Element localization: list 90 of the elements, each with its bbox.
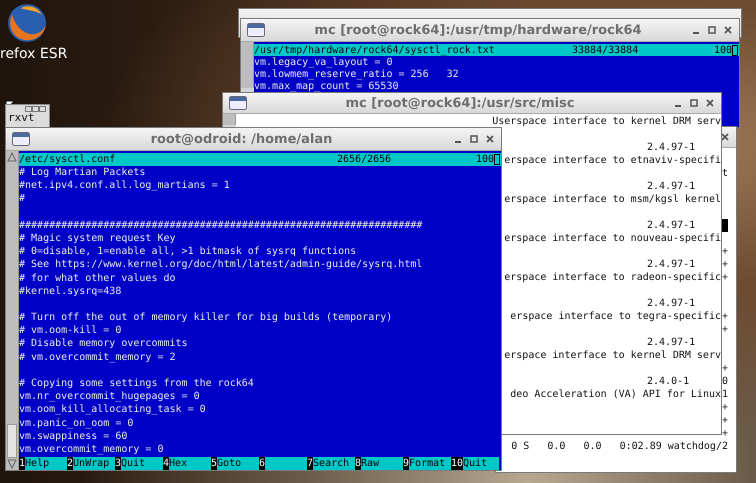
file-percent: 100: [476, 152, 494, 166]
maximize-icon[interactable]: [469, 134, 479, 144]
process-line: 0: [722, 375, 728, 388]
scroll-down-icon[interactable]: [7, 459, 17, 469]
process-line: +: [722, 258, 728, 271]
scrollbar-thumb[interactable]: [7, 424, 17, 458]
minimized-window[interactable]: rxvt: [5, 104, 50, 128]
code-line: vm.overcommit_memory = 0: [19, 442, 164, 456]
code-line: # Disable memory overcommits: [19, 337, 188, 351]
package-version: 2.4.97-1: [647, 141, 696, 154]
code-line: vm.oom_kill_allocating_task = 0: [19, 403, 206, 417]
code-line: # Log Martian Packets: [19, 166, 146, 180]
window-buttons-icon: [25, 106, 47, 112]
package-description: erspace interface to kernel DRM serv: [504, 349, 721, 362]
function-key[interactable]: 9Format: [403, 456, 451, 470]
function-key[interactable]: 5Goto: [211, 456, 259, 470]
process-line: +: [722, 362, 728, 375]
process-line: +: [722, 310, 728, 323]
package-version: 2.4.97-1: [647, 258, 696, 271]
scrollbar[interactable]: [223, 114, 236, 125]
package-version: 2.4.97-1: [647, 219, 696, 232]
process-line: +: [722, 323, 728, 336]
scrollbar[interactable]: [241, 42, 254, 88]
process-line: +: [722, 427, 728, 440]
code-line: vm.panic_on_oom = 0: [19, 416, 134, 430]
process-line: +: [722, 401, 728, 414]
code-line: # Turn off the out of memory killer for big builds (temporary): [19, 311, 392, 324]
file-path: /etc/sysctl.conf: [19, 152, 116, 166]
scroll-up-icon[interactable]: [7, 152, 17, 162]
function-key[interactable]: 8Raw: [355, 456, 403, 470]
code-line: # 0=disable, 1=enable all, >1 bitmask of sysrq functions: [19, 245, 356, 258]
process-line: +: [722, 414, 728, 427]
code-line: # for what other values do: [19, 272, 176, 285]
maximize-icon[interactable]: [689, 98, 699, 108]
process-line: +: [722, 245, 728, 258]
package-description: erspace interface to msm/kgsl kernel: [504, 193, 721, 206]
window-title: root@odroid: /home/alan: [150, 132, 334, 146]
close-icon[interactable]: [723, 25, 733, 35]
icon-label[interactable]: refox ESR: [0, 46, 68, 62]
file-percent: 100: [714, 44, 732, 56]
window-icon: [229, 96, 247, 110]
package-description: Userspace interface to kernel DRM serv: [492, 115, 721, 128]
code-line: #net.ipv4.conf.all.log_martians = 1: [19, 179, 230, 192]
code-line: #kernel.sysrq=438: [19, 284, 122, 298]
window-title: mc [root@rock64]:/usr/src/misc: [344, 96, 576, 110]
window-icon: [12, 132, 30, 146]
function-key[interactable]: 6: [259, 456, 307, 470]
function-key[interactable]: 2UnWrap: [67, 456, 115, 470]
process-line: +: [722, 271, 728, 284]
window-icon: [247, 23, 265, 37]
function-key[interactable]: 10Quit: [451, 456, 499, 470]
code-line: vm.nr_overcommit_hugepages = 0: [19, 390, 200, 404]
scrollbar[interactable]: [6, 151, 19, 470]
code-line: vm.legacy_va_layout = 0: [254, 56, 392, 69]
file-path: /usr/tmp/hardware/rock64/sysctl_rock.txt: [254, 44, 496, 56]
code-line: vm.swappiness = 60: [19, 430, 128, 443]
maximize-icon[interactable]: [707, 25, 717, 35]
package-version: 2.4.0-1: [647, 375, 690, 388]
code-line: ###################################################################: [19, 218, 422, 232]
close-icon[interactable]: [705, 98, 715, 108]
function-key[interactable]: 3Quit: [115, 456, 163, 470]
package-version: 2.4.97-1: [647, 336, 696, 349]
process-line: t: [722, 167, 728, 180]
package-version: 2.4.97-1: [647, 297, 696, 310]
code-line: # Copying some settings from the rock64: [19, 377, 254, 390]
close-icon[interactable]: [485, 134, 495, 144]
code-line: # Magic system request Key: [19, 232, 176, 246]
package-description: erspace interface to tegra-specific: [510, 310, 721, 323]
process-line: 0 S 0.0 0.0 0:02.89 watchdog/2: [511, 440, 728, 453]
code-line: vm.max_map_count = 65530: [254, 80, 398, 93]
package-version: 2.4.97-1: [647, 180, 696, 193]
package-description: erspace interface to nouveau-specifi: [504, 232, 721, 245]
code-line: vm.lowmem_reserve_ratio = 256 32: [254, 68, 459, 81]
code-line: # vm.oom-kill = 0: [19, 324, 122, 338]
globe-icon[interactable]: [6, 2, 48, 44]
window-label: rxvt: [8, 112, 34, 124]
file-position: 33884/33884: [572, 44, 640, 56]
close-icon[interactable]: [720, 132, 730, 142]
package-description: deo Acceleration (VA) API for Linux: [510, 388, 721, 401]
package-description: erspace interface to radeon-specific: [504, 271, 721, 284]
code-line: # vm.overcommit_memory = 2: [19, 350, 176, 364]
process-line: 1: [722, 388, 728, 401]
window-title: mc [root@rock64]:/usr/tmp/hardware/rock64: [313, 22, 643, 38]
code-line: # See https://www.kernel.org/doc/html/latest/admin-guide/sysrq.html: [19, 258, 422, 272]
function-key[interactable]: 1Help: [19, 456, 67, 470]
code-line: #: [19, 192, 26, 206]
package-description: erspace interface to etnaviv-specifi: [504, 154, 721, 167]
file-position: 2656/2656: [337, 152, 392, 166]
function-key[interactable]: 7Search: [307, 456, 355, 470]
function-key[interactable]: 4Hex: [163, 456, 211, 470]
